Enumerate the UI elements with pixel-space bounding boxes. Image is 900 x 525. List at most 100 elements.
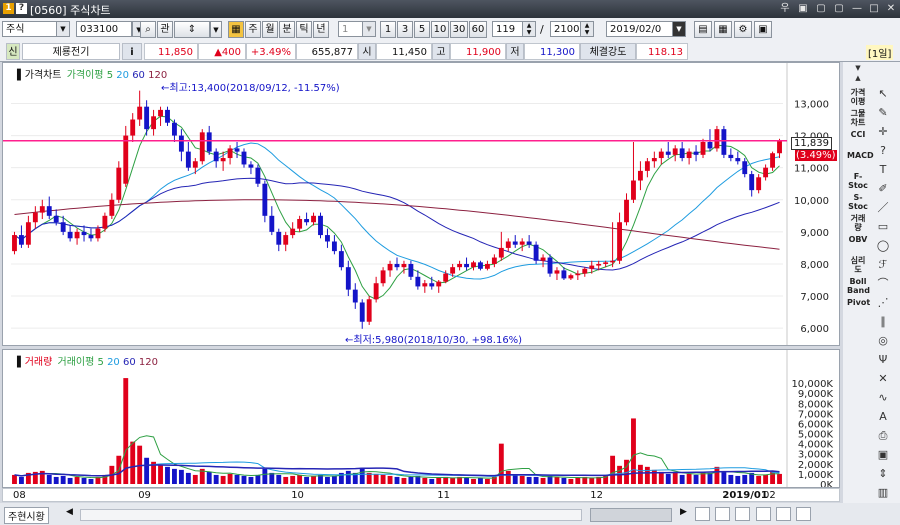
period-week-button[interactable]: 주 <box>245 21 261 38</box>
maximize-icon[interactable]: □ <box>867 2 881 15</box>
interval-30-button[interactable]: 30 <box>450 21 468 38</box>
candle-body <box>679 148 685 159</box>
indicator-button[interactable]: 거래량 <box>847 214 869 232</box>
indicator-button[interactable]: CCI <box>847 130 869 139</box>
save-chart-button[interactable]: ▤ <box>694 21 712 38</box>
period-tick-button[interactable]: 틱 <box>296 21 312 38</box>
volume-bar <box>345 470 351 484</box>
collapse-up-icon[interactable]: ▲ <box>847 74 869 83</box>
indicator-button[interactable]: Boll Band <box>847 277 870 295</box>
line-icon[interactable]: ／ <box>874 200 892 216</box>
volume-bar <box>172 468 177 484</box>
period-day-button[interactable]: ▦ <box>228 21 244 38</box>
save-icon[interactable]: ▣ <box>874 447 892 463</box>
period-year-button[interactable]: 년 <box>313 21 329 38</box>
reset-icon[interactable] <box>735 507 751 521</box>
stepper-button[interactable]: ⇕ <box>174 21 210 38</box>
auto-icon[interactable]: A <box>874 409 892 425</box>
candle-body <box>283 235 289 245</box>
scale-icon[interactable]: ⇕ <box>874 466 892 482</box>
print-icon[interactable]: ⎙ <box>874 428 892 444</box>
pin-icon[interactable]: 우 <box>778 2 792 15</box>
tile-icon[interactable]: ▢ <box>832 2 846 15</box>
period-month-button[interactable]: 월 <box>262 21 278 38</box>
volume-tick-label: 2,000K <box>798 460 834 471</box>
count-input[interactable]: 119 ▲ ▼ <box>492 21 536 37</box>
close-icon[interactable]: ✕ <box>884 2 898 15</box>
pitchfork-icon[interactable]: Ψ <box>874 352 892 368</box>
interval-3-label: 3 <box>401 24 409 35</box>
ellipse-icon[interactable]: ◯ <box>874 238 892 254</box>
pen-icon[interactable]: ✐ <box>874 181 892 197</box>
export-icon[interactable] <box>795 507 811 521</box>
zoom-out-icon[interactable] <box>695 507 710 521</box>
date-select[interactable]: 2019/02/0 ▼ <box>606 21 686 37</box>
crosshair-icon[interactable]: ✛ <box>874 124 892 140</box>
market-tab[interactable]: 주현시황 <box>4 507 49 524</box>
indicator-button[interactable]: 심리도 <box>847 256 869 274</box>
scroll-thumb[interactable] <box>590 508 672 522</box>
volume-chart-pane[interactable]: ▌거래량 거래이평 5 20 60 120 0K 1,000K 2,000K 3,00… <box>2 349 840 488</box>
zoom-in-icon[interactable] <box>715 507 731 521</box>
print-button[interactable]: ▣ <box>754 21 772 38</box>
stock-code-input[interactable]: 033100 <box>76 21 132 37</box>
interval-1-button[interactable]: 1 <box>380 21 396 38</box>
search-icon: ⌕ <box>145 24 151 35</box>
cycle-icon[interactable]: ◎ <box>874 333 892 349</box>
interval-10-button[interactable]: 10 <box>431 21 449 38</box>
indicator-button[interactable]: MACD <box>847 151 874 160</box>
price-chart-pane[interactable]: ▌가격차트 가격이평 5 20 60 120 6,000 7,000 8,000 9,… <box>2 62 840 346</box>
arc-icon[interactable]: ⌒ <box>874 276 892 292</box>
bars-icon[interactable]: ▥ <box>874 485 892 501</box>
eraser-icon[interactable]: ✎ <box>874 105 892 121</box>
minimize-icon[interactable]: — <box>850 2 864 15</box>
restore-icon[interactable]: ▢ <box>814 2 828 15</box>
indicator-button[interactable]: F-Stoc <box>847 172 869 190</box>
interval-5-button[interactable]: 5 <box>414 21 430 38</box>
period-minute-button[interactable]: 분 <box>279 21 295 38</box>
wave-icon[interactable]: ∿ <box>874 390 892 406</box>
layout-icon[interactable]: ▣ <box>796 2 810 15</box>
scrollbar[interactable] <box>80 509 582 521</box>
search-button[interactable]: ⌕ <box>140 21 156 38</box>
grid-button[interactable]: ▦ <box>714 21 732 38</box>
volume-bar <box>144 457 150 484</box>
indicator-button[interactable]: 가격이평 <box>847 88 869 106</box>
stepper-dropdown[interactable]: ▼ <box>210 21 222 38</box>
expand-down-icon[interactable]: ▼ <box>847 64 869 73</box>
scroll-right-icon[interactable]: ▶ <box>680 507 687 517</box>
rectangle-icon[interactable]: ▭ <box>874 219 892 235</box>
candle-body <box>721 129 727 155</box>
volume-bar <box>644 466 650 484</box>
help-icon[interactable]: ? <box>16 3 27 14</box>
fit-icon[interactable] <box>755 507 771 521</box>
help-icon[interactable]: ? <box>874 143 892 159</box>
candle-body <box>471 262 476 268</box>
channel-icon[interactable]: ∥ <box>874 314 892 330</box>
indicator-button[interactable]: OBV <box>847 235 869 244</box>
candle-body <box>450 267 456 274</box>
candle-body <box>276 231 282 245</box>
interval-60-button[interactable]: 60 <box>469 21 487 38</box>
market-select[interactable]: 주식 ▼ <box>2 21 70 37</box>
fibonacci-icon[interactable]: ℱ <box>874 257 892 273</box>
info-button[interactable]: i <box>122 43 142 60</box>
settings-button[interactable]: ⚙ <box>734 21 752 38</box>
gann-icon[interactable]: ✕ <box>874 371 892 387</box>
chevron-down-icon: ▼ <box>362 22 375 36</box>
gwan-button[interactable]: 관 <box>157 21 173 38</box>
interval-select[interactable]: 1 ▼ <box>338 21 376 37</box>
fan-icon[interactable]: ⋰ <box>874 295 892 311</box>
text-tool-icon[interactable]: T <box>874 162 892 178</box>
indicator-button[interactable]: Pivot <box>847 298 870 307</box>
total-input[interactable]: 2100 ▲ ▼ <box>550 21 594 37</box>
interval-3-button[interactable]: 3 <box>397 21 413 38</box>
indicator-button[interactable]: 그물차트 <box>847 109 869 127</box>
cursor-icon[interactable]: ↖ <box>874 86 892 102</box>
compare-icon[interactable] <box>775 507 791 521</box>
volume-bar <box>742 474 748 484</box>
indicator-button[interactable]: S-Stoc <box>847 193 869 211</box>
scroll-left-icon[interactable]: ◀ <box>66 507 73 517</box>
zoom-controls[interactable] <box>695 507 811 524</box>
candle-body <box>95 228 101 239</box>
